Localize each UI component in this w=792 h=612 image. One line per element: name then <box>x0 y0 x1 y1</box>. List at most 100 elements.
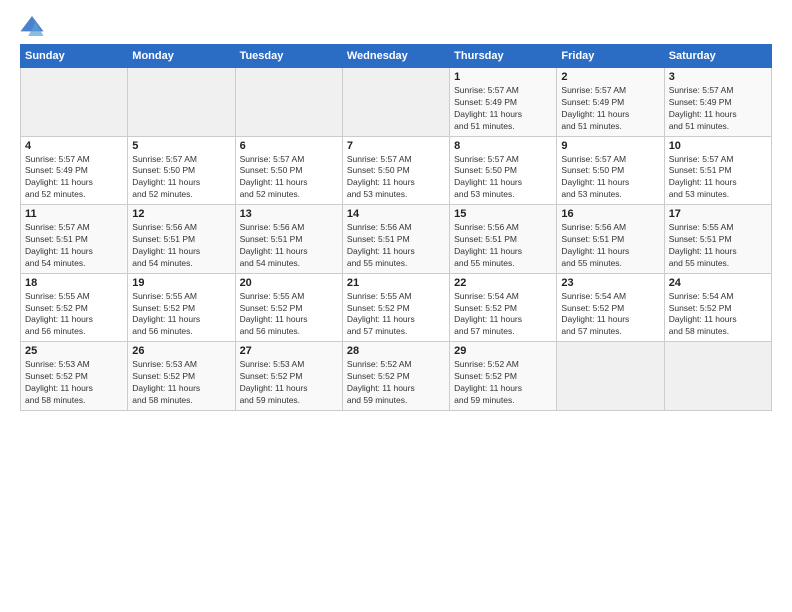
calendar-cell: 15 Sunrise: 5:56 AM Sunset: 5:51 PM Dayli… <box>450 205 557 274</box>
calendar-cell: 29 Sunrise: 5:52 AM Sunset: 5:52 PM Dayli… <box>450 342 557 411</box>
calendar-cell: 24 Sunrise: 5:54 AM Sunset: 5:52 PM Dayli… <box>664 273 771 342</box>
day-number: 17 <box>669 208 767 220</box>
day-info: Sunrise: 5:57 AM Sunset: 5:49 PM Dayligh… <box>454 85 552 133</box>
calendar-cell: 10Sunrise: 5:57 AM Sunset: 5:51 PM Dayli… <box>664 136 771 205</box>
calendar-header-row: SundayMondayTuesdayWednesdayThursdayFrid… <box>21 45 772 68</box>
calendar-cell: 6 Sunrise: 5:57 AM Sunset: 5:50 PM Daylig… <box>235 136 342 205</box>
day-of-week-header: Saturday <box>664 45 771 68</box>
calendar-cell: 16 Sunrise: 5:56 AM Sunset: 5:51 PM Dayli… <box>557 205 664 274</box>
day-info: Sunrise: 5:54 AM Sunset: 5:52 PM Dayligh… <box>561 291 659 339</box>
day-info: Sunrise: 5:52 AM Sunset: 5:52 PM Dayligh… <box>454 359 552 407</box>
day-number: 29 <box>454 345 552 357</box>
day-number: 18 <box>25 277 123 289</box>
day-info: Sunrise: 5:56 AM Sunset: 5:51 PM Dayligh… <box>454 222 552 270</box>
day-info: Sunrise: 5:55 AM Sunset: 5:52 PM Dayligh… <box>240 291 338 339</box>
calendar: SundayMondayTuesdayWednesdayThursdayFrid… <box>20 44 772 411</box>
day-number: 5 <box>132 140 230 152</box>
day-number: 19 <box>132 277 230 289</box>
calendar-week-row: 25 Sunrise: 5:53 AM Sunset: 5:52 PM Dayli… <box>21 342 772 411</box>
calendar-cell: 13 Sunrise: 5:56 AM Sunset: 5:51 PM Dayli… <box>235 205 342 274</box>
calendar-cell: 1 Sunrise: 5:57 AM Sunset: 5:49 PM Daylig… <box>450 68 557 137</box>
calendar-cell: 18 Sunrise: 5:55 AM Sunset: 5:52 PM Dayli… <box>21 273 128 342</box>
day-info: Sunrise: 5:55 AM Sunset: 5:52 PM Dayligh… <box>347 291 445 339</box>
calendar-week-row: 4 Sunrise: 5:57 AM Sunset: 5:49 PM Daylig… <box>21 136 772 205</box>
calendar-cell: 23 Sunrise: 5:54 AM Sunset: 5:52 PM Dayli… <box>557 273 664 342</box>
calendar-cell: 22 Sunrise: 5:54 AM Sunset: 5:52 PM Dayli… <box>450 273 557 342</box>
day-number: 21 <box>347 277 445 289</box>
calendar-cell: 4 Sunrise: 5:57 AM Sunset: 5:49 PM Daylig… <box>21 136 128 205</box>
day-number: 4 <box>25 140 123 152</box>
day-info: Sunrise: 5:57 AM Sunset: 5:49 PM Dayligh… <box>561 85 659 133</box>
calendar-cell: 7 Sunrise: 5:57 AM Sunset: 5:50 PM Daylig… <box>342 136 449 205</box>
day-info: Sunrise: 5:56 AM Sunset: 5:51 PM Dayligh… <box>240 222 338 270</box>
calendar-week-row: 1 Sunrise: 5:57 AM Sunset: 5:49 PM Daylig… <box>21 68 772 137</box>
day-info: Sunrise: 5:55 AM Sunset: 5:51 PM Dayligh… <box>669 222 767 270</box>
day-info: Sunrise: 5:57 AM Sunset: 5:51 PM Dayligh… <box>25 222 123 270</box>
day-number: 1 <box>454 71 552 83</box>
day-info: Sunrise: 5:54 AM Sunset: 5:52 PM Dayligh… <box>454 291 552 339</box>
day-info: Sunrise: 5:57 AM Sunset: 5:50 PM Dayligh… <box>240 154 338 202</box>
day-number: 22 <box>454 277 552 289</box>
day-number: 20 <box>240 277 338 289</box>
calendar-cell <box>342 68 449 137</box>
day-number: 11 <box>25 208 123 220</box>
day-of-week-header: Friday <box>557 45 664 68</box>
calendar-cell <box>235 68 342 137</box>
calendar-cell: 12Sunrise: 5:56 AM Sunset: 5:51 PM Dayli… <box>128 205 235 274</box>
day-number: 10 <box>669 140 767 152</box>
day-number: 15 <box>454 208 552 220</box>
calendar-cell: 25 Sunrise: 5:53 AM Sunset: 5:52 PM Dayli… <box>21 342 128 411</box>
day-number: 16 <box>561 208 659 220</box>
day-number: 27 <box>240 345 338 357</box>
calendar-cell <box>557 342 664 411</box>
page-header <box>20 16 772 36</box>
day-info: Sunrise: 5:57 AM Sunset: 5:49 PM Dayligh… <box>669 85 767 133</box>
calendar-cell: 19 Sunrise: 5:55 AM Sunset: 5:52 PM Dayli… <box>128 273 235 342</box>
day-number: 3 <box>669 71 767 83</box>
day-number: 9 <box>561 140 659 152</box>
day-number: 2 <box>561 71 659 83</box>
calendar-cell: 14 Sunrise: 5:56 AM Sunset: 5:51 PM Dayli… <box>342 205 449 274</box>
day-info: Sunrise: 5:56 AM Sunset: 5:51 PM Dayligh… <box>347 222 445 270</box>
day-info: Sunrise: 5:55 AM Sunset: 5:52 PM Dayligh… <box>132 291 230 339</box>
day-info: Sunrise: 5:54 AM Sunset: 5:52 PM Dayligh… <box>669 291 767 339</box>
logo <box>20 16 48 36</box>
day-info: Sunrise: 5:55 AM Sunset: 5:52 PM Dayligh… <box>25 291 123 339</box>
day-number: 6 <box>240 140 338 152</box>
calendar-cell: 9Sunrise: 5:57 AM Sunset: 5:50 PM Daylig… <box>557 136 664 205</box>
calendar-cell: 3 Sunrise: 5:57 AM Sunset: 5:49 PM Daylig… <box>664 68 771 137</box>
calendar-cell: 2 Sunrise: 5:57 AM Sunset: 5:49 PM Daylig… <box>557 68 664 137</box>
day-info: Sunrise: 5:57 AM Sunset: 5:50 PM Dayligh… <box>132 154 230 202</box>
day-of-week-header: Wednesday <box>342 45 449 68</box>
day-info: Sunrise: 5:57 AM Sunset: 5:50 PM Dayligh… <box>347 154 445 202</box>
day-info: Sunrise: 5:53 AM Sunset: 5:52 PM Dayligh… <box>25 359 123 407</box>
day-of-week-header: Tuesday <box>235 45 342 68</box>
calendar-cell: 21 Sunrise: 5:55 AM Sunset: 5:52 PM Dayli… <box>342 273 449 342</box>
day-number: 26 <box>132 345 230 357</box>
day-number: 23 <box>561 277 659 289</box>
day-number: 7 <box>347 140 445 152</box>
calendar-cell: 11 Sunrise: 5:57 AM Sunset: 5:51 PM Dayli… <box>21 205 128 274</box>
calendar-cell: 26 Sunrise: 5:53 AM Sunset: 5:52 PM Dayli… <box>128 342 235 411</box>
day-number: 25 <box>25 345 123 357</box>
calendar-cell: 5 Sunrise: 5:57 AM Sunset: 5:50 PM Daylig… <box>128 136 235 205</box>
day-info: Sunrise: 5:56 AM Sunset: 5:51 PM Dayligh… <box>132 222 230 270</box>
day-info: Sunrise: 5:53 AM Sunset: 5:52 PM Dayligh… <box>132 359 230 407</box>
calendar-week-row: 11 Sunrise: 5:57 AM Sunset: 5:51 PM Dayli… <box>21 205 772 274</box>
calendar-cell: 17 Sunrise: 5:55 AM Sunset: 5:51 PM Dayli… <box>664 205 771 274</box>
day-number: 13 <box>240 208 338 220</box>
day-info: Sunrise: 5:53 AM Sunset: 5:52 PM Dayligh… <box>240 359 338 407</box>
calendar-cell <box>664 342 771 411</box>
day-info: Sunrise: 5:52 AM Sunset: 5:52 PM Dayligh… <box>347 359 445 407</box>
day-number: 14 <box>347 208 445 220</box>
day-number: 28 <box>347 345 445 357</box>
calendar-cell: 27 Sunrise: 5:53 AM Sunset: 5:52 PM Dayli… <box>235 342 342 411</box>
day-info: Sunrise: 5:56 AM Sunset: 5:51 PM Dayligh… <box>561 222 659 270</box>
day-of-week-header: Sunday <box>21 45 128 68</box>
day-of-week-header: Thursday <box>450 45 557 68</box>
logo-icon <box>20 16 44 36</box>
day-number: 24 <box>669 277 767 289</box>
calendar-cell: 20 Sunrise: 5:55 AM Sunset: 5:52 PM Dayli… <box>235 273 342 342</box>
day-number: 8 <box>454 140 552 152</box>
day-info: Sunrise: 5:57 AM Sunset: 5:49 PM Dayligh… <box>25 154 123 202</box>
